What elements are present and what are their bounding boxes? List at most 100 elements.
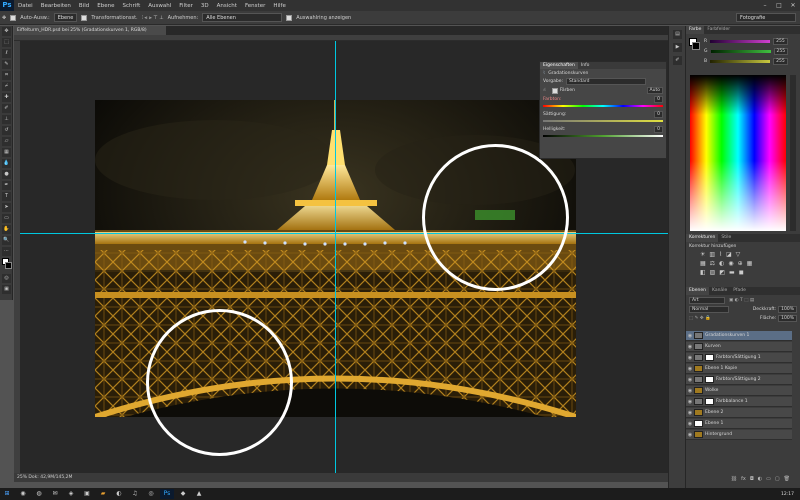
bg-color-chip[interactable] <box>692 42 700 50</box>
transform-checkbox[interactable] <box>81 14 88 21</box>
opacity-value[interactable]: 100% <box>778 306 797 313</box>
visibility-eye-icon[interactable]: ◉ <box>686 333 694 339</box>
gradient-map-icon[interactable]: ▬ <box>729 269 735 276</box>
more-tools-icon[interactable]: ⋯ <box>2 247 11 256</box>
hand-icon[interactable]: ✋ <box>2 225 11 234</box>
background-color-swatch[interactable] <box>5 262 12 269</box>
color-lookup-icon[interactable]: ▦ <box>747 260 753 267</box>
lasso-icon[interactable]: ℓ <box>2 49 11 58</box>
fill-value[interactable]: 100% <box>778 315 797 322</box>
auto-select-dropdown[interactable]: Ebene <box>53 13 78 22</box>
r-slider[interactable] <box>710 40 771 43</box>
selective-color-icon[interactable]: ◼ <box>739 269 744 276</box>
zoom-icon[interactable]: 🔍 <box>2 236 11 245</box>
taskbar-app-icon[interactable]: ◉ <box>16 489 30 499</box>
add-mask-icon[interactable]: ◘ <box>750 476 754 484</box>
close-button[interactable]: ✕ <box>786 2 800 9</box>
show-ring-checkbox[interactable] <box>286 14 293 21</box>
move-tool-icon[interactable]: ✥ <box>2 15 6 21</box>
marquee-icon[interactable]: ⬚ <box>2 38 11 47</box>
workspace-dropdown[interactable]: Fotografie <box>736 13 796 22</box>
link-layers-icon[interactable]: ⛓ <box>731 476 737 484</box>
sample-dropdown[interactable]: Alle Ebenen <box>202 13 283 22</box>
curves-adj-icon[interactable]: ⌇ <box>719 251 722 258</box>
posterize-icon[interactable]: ▨ <box>710 269 716 276</box>
quick-select-icon[interactable]: ✎ <box>2 60 11 69</box>
tab-layers[interactable]: Ebenen <box>686 287 709 295</box>
align-icons[interactable]: ⫶ ⫷ ⫸ ⊤ ⊥ <box>142 15 164 21</box>
hue-sat-icon[interactable]: ▦ <box>700 260 706 267</box>
preset-dropdown[interactable]: Standard <box>566 78 647 85</box>
tab-color[interactable]: Farbe <box>686 26 705 34</box>
brush-icon[interactable]: ✐ <box>2 104 11 113</box>
menu-item-filter[interactable]: Filter <box>175 3 197 9</box>
photo-filter-icon[interactable]: ◉ <box>728 260 733 267</box>
visibility-eye-icon[interactable]: ◉ <box>686 366 694 372</box>
saturation-value[interactable]: 0 <box>654 111 663 118</box>
blur-icon[interactable]: 💧 <box>2 159 11 168</box>
tab-swatches[interactable]: Farbfelder <box>704 26 733 34</box>
vertical-guide[interactable] <box>335 41 336 473</box>
threshold-icon[interactable]: ◩ <box>719 269 725 276</box>
layer-row[interactable]: ◉ Ebene 1 Kopie <box>686 364 792 374</box>
history-panel-icon[interactable]: ▤ <box>673 30 682 39</box>
vibrance-icon[interactable]: ▽ <box>736 251 741 258</box>
menu-item-fenster[interactable]: Fenster <box>241 3 269 9</box>
healing-icon[interactable]: ✚ <box>2 93 11 102</box>
auto-select-checkbox[interactable] <box>10 14 17 21</box>
menu-item-datei[interactable]: Datei <box>14 3 37 9</box>
menu-item-ansicht[interactable]: Ansicht <box>213 3 241 9</box>
taskbar-app-icon[interactable]: ✉ <box>48 489 62 499</box>
lock-icons[interactable]: ⬚ ✎ ✥ 🔒 <box>689 316 711 321</box>
actions-panel-icon[interactable]: ▶ <box>673 43 682 52</box>
menu-item-bearbeiten[interactable]: Bearbeiten <box>37 3 75 9</box>
pen-icon[interactable]: ✒ <box>2 181 11 190</box>
gradient-icon[interactable]: ▦ <box>2 148 11 157</box>
taskbar-app-icon[interactable]: ◈ <box>64 489 78 499</box>
visibility-eye-icon[interactable]: ◉ <box>686 399 694 405</box>
tab-info[interactable]: Info <box>578 62 593 69</box>
menu-item-hilfe[interactable]: Hilfe <box>269 3 290 9</box>
layer-row[interactable]: ◉ Gradationskurven 1 <box>686 331 792 341</box>
taskbar-app-icon[interactable]: ◎ <box>144 489 158 499</box>
exposure-icon[interactable]: ◪ <box>726 251 732 258</box>
levels-icon[interactable]: ▥ <box>709 251 715 258</box>
color-balance-icon[interactable]: ⚖ <box>710 260 715 267</box>
lightness-value[interactable]: 0 <box>654 126 663 133</box>
layer-row[interactable]: ◉ Farbbalance 1 <box>686 397 792 407</box>
visibility-eye-icon[interactable]: ◉ <box>686 432 694 438</box>
delete-layer-icon[interactable]: 🗑 <box>784 476 790 484</box>
channel-mixer-icon[interactable]: ⊕ <box>738 260 743 267</box>
tab-styles[interactable]: Stile <box>718 234 734 242</box>
visibility-eye-icon[interactable]: ◉ <box>686 355 694 361</box>
g-value[interactable]: 255 <box>773 48 789 55</box>
visibility-eye-icon[interactable]: ◉ <box>686 388 694 394</box>
hue-value[interactable]: 0 <box>654 96 663 103</box>
visibility-eye-icon[interactable]: ◉ <box>686 344 694 350</box>
color-swatches[interactable] <box>2 258 12 272</box>
dodge-icon[interactable]: ● <box>2 170 11 179</box>
stamp-icon[interactable]: ⊥ <box>2 115 11 124</box>
document-tab[interactable]: Eiffelturm_HDR.psd bei 25% (Gradationsku… <box>14 26 166 35</box>
taskbar-app-icon[interactable]: ◍ <box>32 489 46 499</box>
saturation-slider[interactable] <box>543 120 663 122</box>
fx-icon[interactable]: fx <box>741 476 746 484</box>
horizontal-guide[interactable] <box>20 233 668 234</box>
hue-slider[interactable] <box>543 105 663 107</box>
layer-row[interactable]: ◉ Hintergrund <box>686 430 792 440</box>
spectrum-scrollbar[interactable] <box>790 75 796 231</box>
start-icon[interactable]: ⊞ <box>0 489 14 499</box>
crop-icon[interactable]: ⌗ <box>2 71 11 80</box>
new-layer-icon[interactable]: ▢ <box>775 476 780 484</box>
taskbar-app-icon[interactable]: ◆ <box>176 489 190 499</box>
layer-row[interactable]: ◉ Farbton/Sättigung 1 <box>686 353 792 363</box>
taskbar-app-icon[interactable]: ◐ <box>112 489 126 499</box>
colorize-checkbox[interactable] <box>551 87 558 94</box>
b-value[interactable]: 255 <box>773 58 788 65</box>
auto-button[interactable]: Auto <box>646 87 663 94</box>
minimize-button[interactable]: – <box>758 2 772 9</box>
menu-item-schrift[interactable]: Schrift <box>118 3 144 9</box>
menu-item-bild[interactable]: Bild <box>75 3 93 9</box>
blend-mode-dropdown[interactable]: Normal <box>689 306 729 313</box>
visibility-eye-icon[interactable]: ◉ <box>686 421 694 427</box>
